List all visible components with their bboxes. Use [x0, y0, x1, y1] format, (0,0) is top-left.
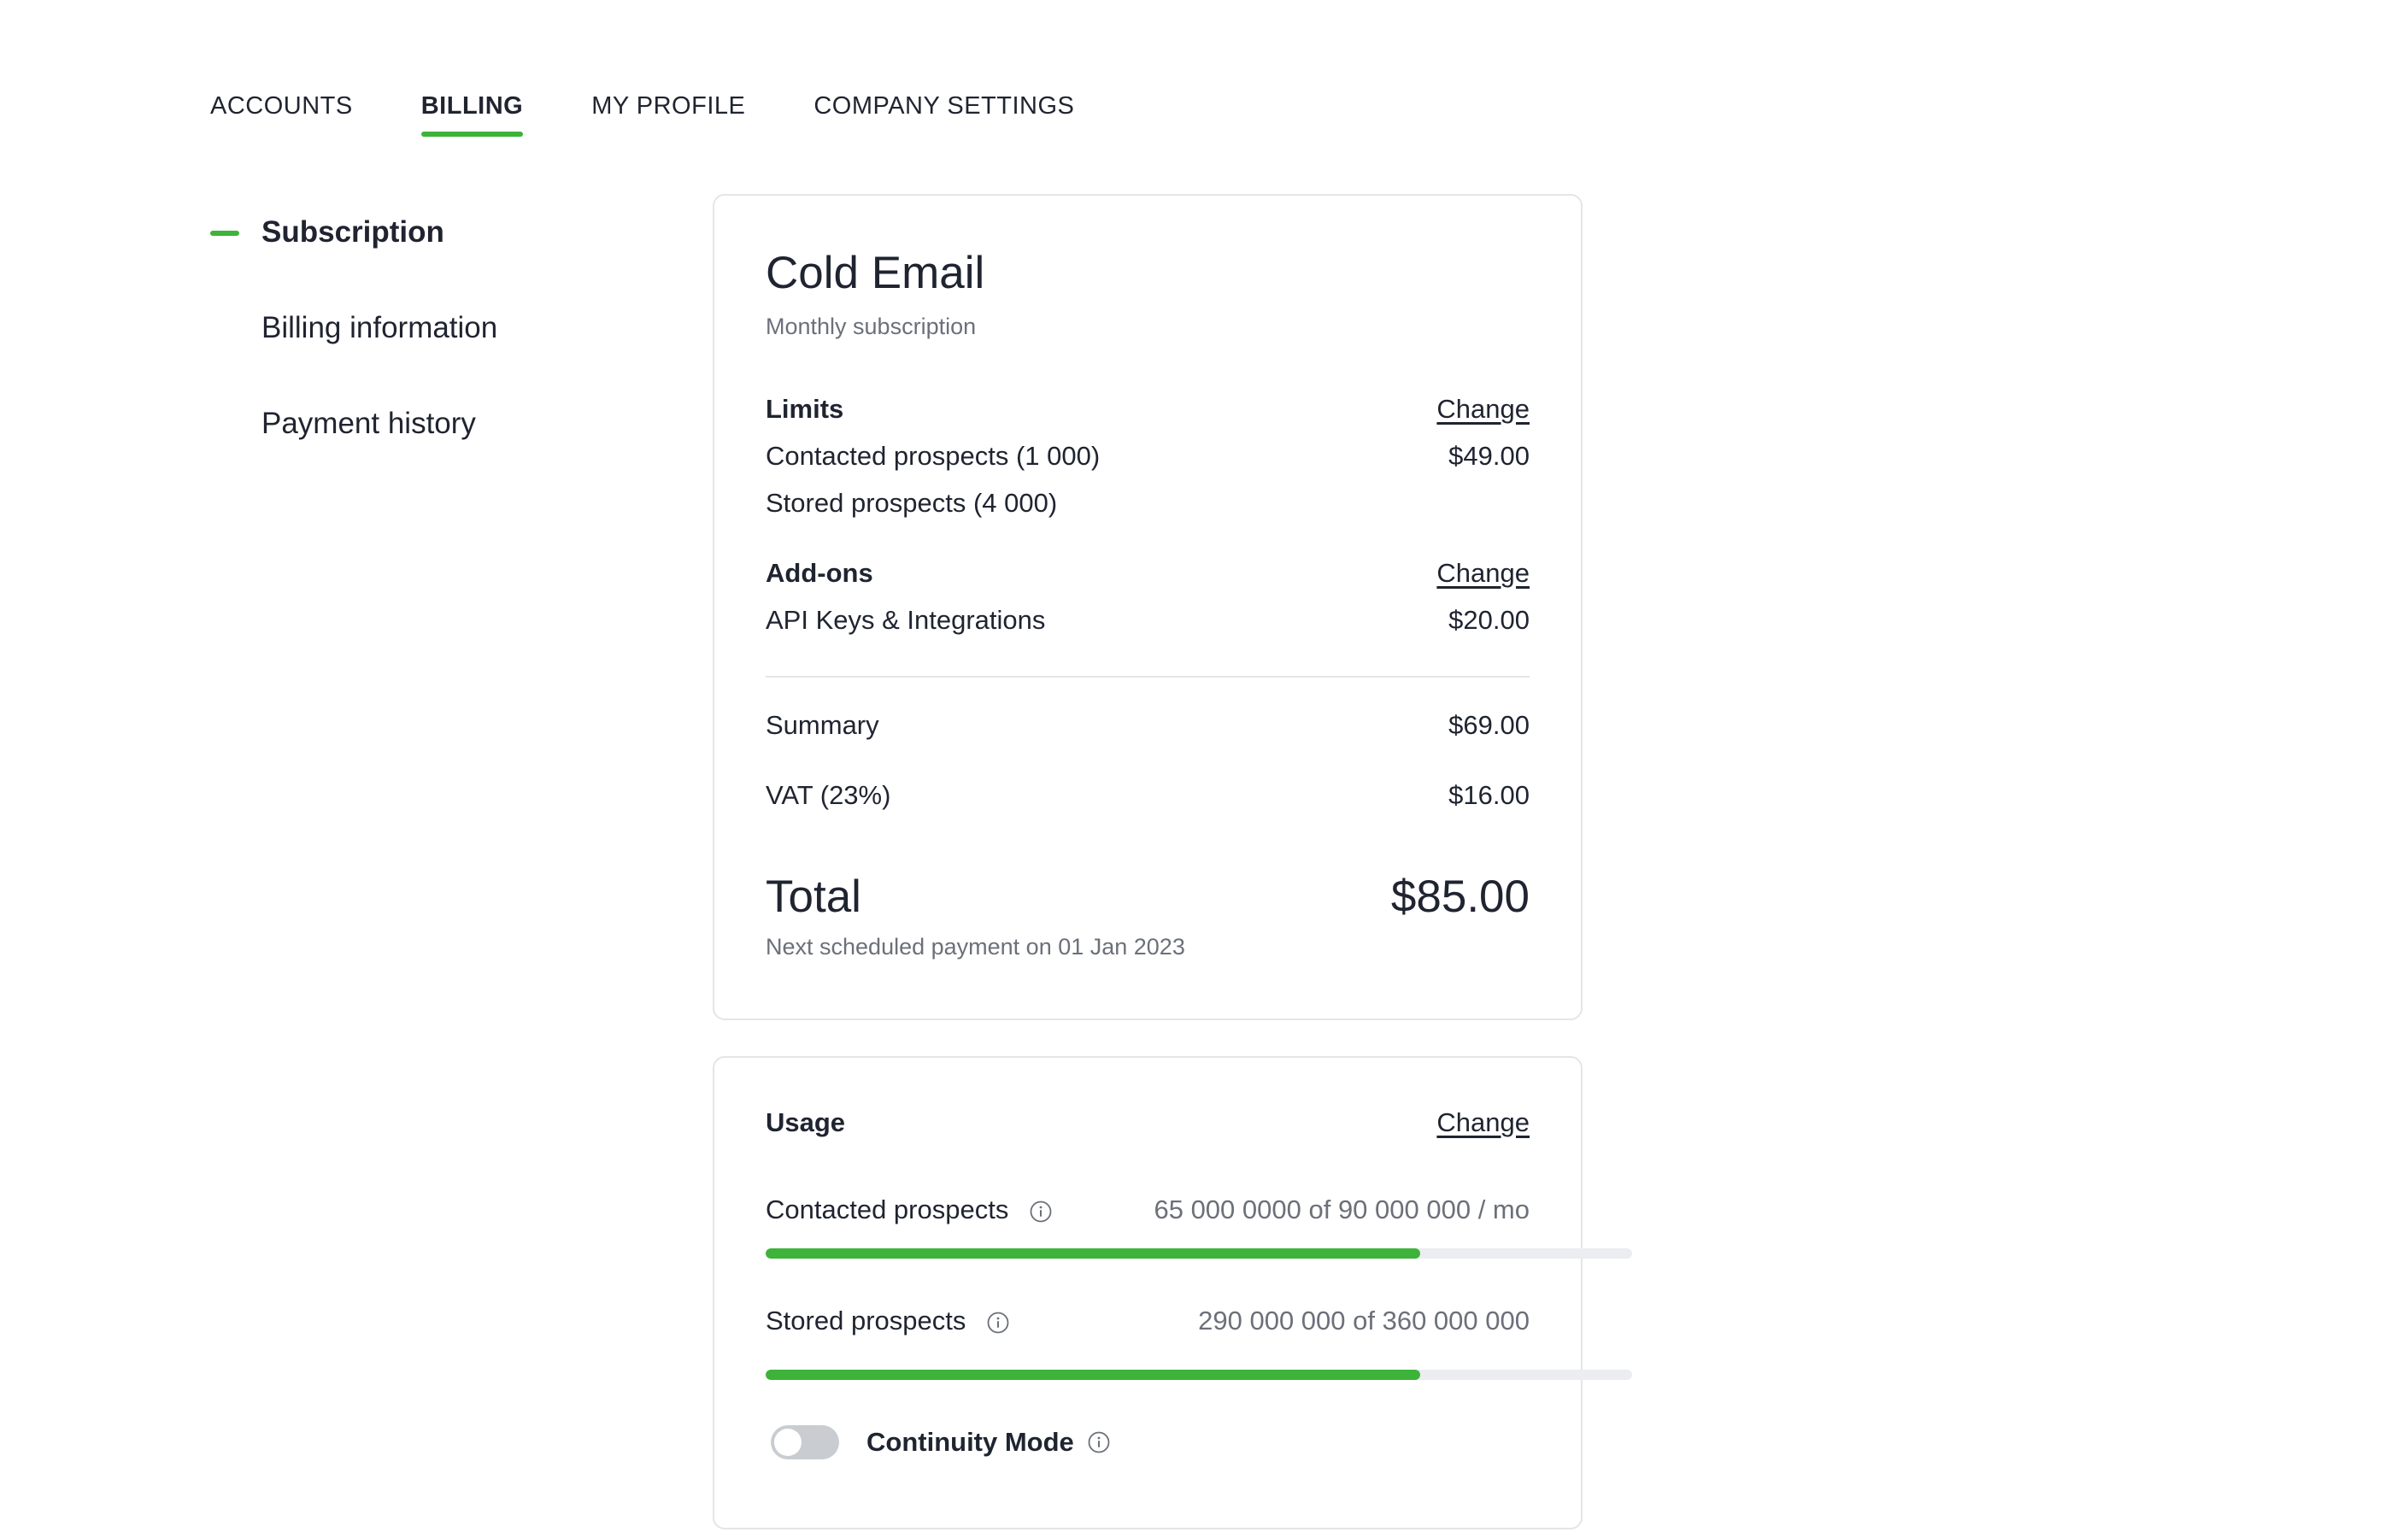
tab-company-settings-label: COMPANY SETTINGS	[813, 92, 1075, 120]
tab-my-profile-label: MY PROFILE	[591, 92, 746, 120]
addons-change-link[interactable]: Change	[1436, 558, 1530, 589]
limits-contacted-price: $49.00	[1448, 441, 1530, 471]
usage-heading: Usage	[766, 1107, 846, 1137]
limits-contacted-label: Contacted prospects (1 000)	[766, 441, 1101, 471]
addons-header: Add-ons Change	[766, 558, 1530, 589]
summary-label: Summary	[766, 710, 879, 740]
info-icon[interactable]	[1030, 1200, 1052, 1223]
vat-value: $16.00	[1448, 780, 1530, 810]
total-label: Total	[766, 872, 861, 922]
limits-stored-row: Stored prospects (4 000)	[766, 488, 1530, 519]
active-marker	[210, 231, 239, 236]
summary-value: $69.00	[1448, 710, 1530, 740]
addons-api-price: $20.00	[1448, 605, 1530, 635]
billing-sidebar: Subscription Billing information Payment…	[210, 212, 497, 499]
limits-heading: Limits	[766, 394, 844, 424]
usage-contacted-row: Contacted prospects 65 000 0000 of 90 00…	[766, 1195, 1530, 1225]
usage-contacted-label: Contacted prospects	[766, 1195, 1009, 1224]
sidebar-item-subscription[interactable]: Subscription	[210, 212, 497, 253]
usage-card: Usage Change Contacted prospects 65 000 …	[713, 1056, 1632, 1529]
total-value: $85.00	[1390, 872, 1530, 922]
vat-row: VAT (23%) $16.00	[766, 780, 1530, 811]
usage-stored-progress	[766, 1370, 1632, 1380]
tab-accounts[interactable]: ACCOUNTS	[210, 91, 353, 128]
limits-contacted-row: Contacted prospects (1 000) $49.00	[766, 441, 1530, 472]
usage-stored-value: 290 000 000 of 360 000 000	[1198, 1306, 1530, 1335]
usage-contacted-label-wrap: Contacted prospects	[766, 1195, 1052, 1225]
toggle-knob	[774, 1429, 802, 1456]
usage-contacted-progress	[766, 1248, 1632, 1259]
addons-api-label: API Keys & Integrations	[766, 605, 1046, 635]
summary-row: Summary $69.00	[766, 710, 1530, 741]
continuity-toggle[interactable]	[771, 1425, 839, 1459]
subscription-card: Cold Email Monthly subscription Limits C…	[713, 194, 1583, 1020]
tab-active-indicator	[420, 132, 524, 137]
limits-change-link[interactable]: Change	[1436, 394, 1530, 425]
vat-label: VAT (23%)	[766, 780, 891, 810]
sidebar-item-label: Billing information	[261, 311, 498, 344]
limits-header: Limits Change	[766, 394, 1530, 425]
continuity-row: Continuity Mode	[771, 1425, 1530, 1459]
tab-my-profile[interactable]: MY PROFILE	[591, 91, 745, 128]
continuity-label: Continuity Mode	[866, 1427, 1074, 1457]
usage-stored-label-wrap: Stored prospects	[766, 1306, 1009, 1336]
sidebar-item-label: Payment history	[261, 407, 476, 440]
plan-title: Cold Email	[766, 248, 985, 298]
next-payment-note: Next scheduled payment on 01 Jan 2023	[766, 934, 1185, 960]
usage-contacted-progress-fill	[766, 1248, 1420, 1259]
addons-api-row: API Keys & Integrations $20.00	[766, 605, 1530, 636]
divider	[766, 676, 1530, 678]
usage-stored-row: Stored prospects 290 000 000 of 360 000 …	[766, 1306, 1530, 1336]
usage-stored-label: Stored prospects	[766, 1306, 966, 1335]
plan-subtitle: Monthly subscription	[766, 314, 977, 339]
addons-heading: Add-ons	[766, 558, 873, 588]
sidebar-item-billing-information[interactable]: Billing information	[210, 308, 497, 349]
sidebar-item-label: Subscription	[261, 215, 444, 249]
tab-accounts-label: ACCOUNTS	[210, 92, 353, 120]
usage-header: Usage Change	[766, 1107, 1530, 1138]
info-icon[interactable]	[987, 1312, 1009, 1334]
tab-company-settings[interactable]: COMPANY SETTINGS	[813, 91, 1074, 128]
usage-change-link[interactable]: Change	[1436, 1107, 1530, 1138]
info-icon[interactable]	[1088, 1431, 1110, 1453]
usage-contacted-value: 65 000 0000 of 90 000 000 / mo	[1154, 1195, 1530, 1224]
total-row: Total $85.00	[766, 871, 1530, 923]
usage-stored-progress-fill	[766, 1370, 1420, 1380]
limits-stored-label: Stored prospects (4 000)	[766, 488, 1058, 518]
sidebar-item-payment-history[interactable]: Payment history	[210, 403, 497, 444]
top-tabs: ACCOUNTS BILLING MY PROFILE COMPANY SETT…	[210, 91, 1142, 137]
tab-billing[interactable]: BILLING	[420, 91, 524, 137]
tab-billing-label: BILLING	[420, 92, 524, 120]
